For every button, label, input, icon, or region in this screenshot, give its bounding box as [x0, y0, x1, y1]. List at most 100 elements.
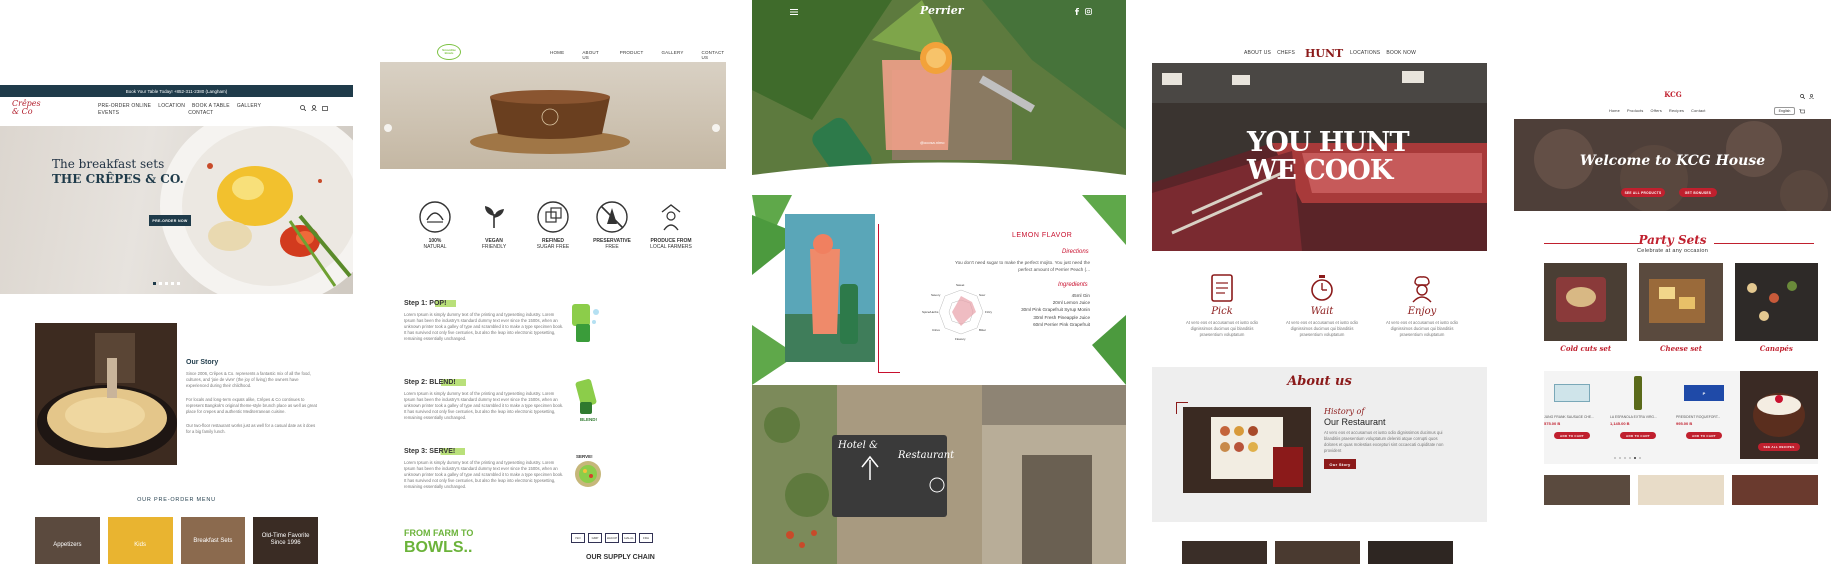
- product-thumb[interactable]: [1544, 475, 1630, 505]
- set-card-cheese[interactable]: Cheese set: [1639, 263, 1723, 353]
- nav-contact[interactable]: CONTACT US: [702, 50, 726, 60]
- our-story-button[interactable]: Our Story: [1324, 459, 1356, 469]
- menu-item-breakfast[interactable]: Breakfast Sets: [180, 517, 246, 564]
- product-card[interactable]: LA ESPANOLA EXTRA VIRG... 1,145.00 B ADD…: [1610, 375, 1666, 439]
- radar-label: Citrus: [932, 328, 940, 332]
- nav-products[interactable]: Products: [1627, 109, 1644, 113]
- product-name: JUNG FRANK SAUSAGE CHE...: [1544, 415, 1594, 419]
- history-subtitle: History of: [1324, 407, 1365, 416]
- booking-topbar[interactable]: Book Your Table Today! +852-311-2380 (La…: [0, 85, 353, 97]
- perrier-logo[interactable]: Perrier: [920, 4, 964, 17]
- facebook-icon[interactable]: [1074, 8, 1080, 15]
- add-to-cart-button[interactable]: ADD TO CART: [1554, 432, 1590, 439]
- nav-location[interactable]: LOCATION: [158, 103, 185, 109]
- slider-prev-icon[interactable]: [384, 124, 392, 132]
- nav-gallery[interactable]: GALLERY: [661, 50, 683, 60]
- sprout-icon: [485, 206, 504, 228]
- product-price: 1,145.00 B: [1610, 421, 1630, 426]
- hero-title: THE CRÊPES & CO.: [52, 172, 184, 186]
- feature-sugar-free: REFINED SUGAR FREE: [528, 200, 578, 250]
- crepes-logo[interactable]: Crêpes & Co: [12, 100, 44, 116]
- story-paragraph: For locals and long-term expats alike, C…: [186, 397, 317, 414]
- smoothie-logo[interactable]: Smoothie Bowls: [437, 44, 461, 60]
- nav-contact[interactable]: CONTACT: [188, 110, 213, 116]
- nav-recipes[interactable]: Recipes: [1669, 109, 1684, 113]
- cart-icon[interactable]: [322, 105, 328, 111]
- menu-item-label: Old-Time Favorite Since 1996: [261, 533, 310, 546]
- nav-chefs[interactable]: CHEFS: [1277, 50, 1295, 56]
- language-select[interactable]: English: [1774, 107, 1795, 115]
- search-icon[interactable]: [300, 105, 306, 111]
- flavor-title: LEMON FLAVOR: [1012, 232, 1073, 239]
- product-card[interactable]: P PRESIDENT ROQUEFORT... 995.00 B ADD TO…: [1676, 375, 1732, 439]
- slider-dot[interactable]: [159, 282, 162, 285]
- cert-badge: HACCP: [605, 533, 619, 543]
- product-thumb[interactable]: [1732, 475, 1818, 505]
- hotel-sign-text: Restaurant: [898, 450, 955, 461]
- menu-item-label: Breakfast Sets: [193, 538, 233, 544]
- nav-book-now[interactable]: BOOK NOW: [1386, 50, 1416, 56]
- nav-pre-order[interactable]: PRE-ORDER ONLINE: [98, 103, 151, 109]
- add-to-cart-button[interactable]: ADD TO CART: [1686, 432, 1722, 439]
- get-bonuses-button[interactable]: GET BONUSES: [1679, 188, 1717, 197]
- radar-label: Sweet: [956, 283, 965, 287]
- nav-product[interactable]: PRODUCT: [620, 50, 644, 60]
- product-image: P: [1676, 375, 1732, 411]
- slider-dot[interactable]: [153, 282, 156, 285]
- search-icon[interactable]: [1800, 94, 1805, 99]
- see-all-products-button[interactable]: SEE ALL PRODUCTS: [1621, 188, 1665, 197]
- slider-dot[interactable]: [177, 282, 180, 285]
- nav-about[interactable]: ABOUT US: [582, 50, 601, 60]
- photo-caption: @ocosa.nimo: [920, 140, 945, 145]
- hamburger-menu-icon[interactable]: [790, 9, 798, 15]
- menu-item-kids[interactable]: Kids: [107, 517, 173, 564]
- nav-home[interactable]: HOME: [550, 50, 564, 60]
- nav-home[interactable]: Home: [1609, 109, 1620, 113]
- product-thumb[interactable]: [1638, 475, 1724, 505]
- feature-vegan: VEGAN FRIENDLY: [469, 200, 519, 250]
- add-to-cart-button[interactable]: ADD TO CART: [1620, 432, 1656, 439]
- hero-title: Welcome to KCG House: [1579, 153, 1766, 169]
- nav-gallery[interactable]: GALLERY: [237, 103, 261, 109]
- cert-badge: FDA: [639, 533, 653, 543]
- hunt-logo[interactable]: HUNT: [1305, 47, 1343, 60]
- product-price: 995.00 B: [1676, 421, 1693, 426]
- feature-row: Pick At vero eos et accusamus et iusto o…: [1172, 273, 1472, 338]
- carousel-dot[interactable]: [1624, 457, 1626, 459]
- divider: [878, 224, 879, 372]
- pre-order-button[interactable]: PRE-ORDER NOW: [149, 215, 191, 226]
- cart-icon[interactable]: [1799, 109, 1805, 114]
- carousel-dot[interactable]: [1629, 457, 1631, 459]
- slider-dot[interactable]: [165, 282, 168, 285]
- nav-events[interactable]: EVENTS: [98, 110, 119, 116]
- nav-about[interactable]: ABOUT US: [1244, 50, 1271, 56]
- menu-item-favorite[interactable]: Old-Time Favorite Since 1996: [253, 517, 318, 564]
- feature-wait: Wait At vero eos et accusamus et iusto o…: [1282, 273, 1362, 338]
- flavor-radar: Sweet Sour Fizzy Bitter Flowery Citrus S…: [922, 280, 994, 344]
- nav-contact[interactable]: Contact: [1691, 109, 1706, 113]
- user-icon[interactable]: [311, 105, 317, 111]
- slider-dot[interactable]: [171, 282, 174, 285]
- product-card[interactable]: JUNG FRANK SAUSAGE CHE... 575.00 B ADD T…: [1544, 375, 1600, 439]
- carousel-dot[interactable]: [1619, 457, 1621, 459]
- instagram-icon[interactable]: [1085, 8, 1092, 15]
- nav-book-table[interactable]: BOOK A TABLE: [192, 103, 230, 109]
- kcg-logo[interactable]: KCG: [1663, 90, 1683, 104]
- farmer-icon: [661, 204, 681, 231]
- nav-offers[interactable]: Offers: [1651, 109, 1662, 113]
- feature-natural: 100% NATURAL: [410, 200, 460, 250]
- nav-locations[interactable]: LOCATIONS: [1350, 50, 1380, 56]
- see-all-recipes-button[interactable]: SEE ALL RECIPES: [1758, 443, 1800, 451]
- carousel-dot[interactable]: [1639, 457, 1641, 459]
- carousel-dot[interactable]: [1634, 457, 1636, 459]
- leaf-icon: [419, 201, 451, 233]
- story-paragraph: Since 2006, Crêpes & Co. represents a fa…: [186, 371, 311, 388]
- slider-next-icon[interactable]: [712, 124, 720, 132]
- set-card-cold-cuts[interactable]: Cold cuts set: [1544, 263, 1628, 353]
- user-icon[interactable]: [1809, 94, 1814, 99]
- set-label: Cheese set: [1659, 344, 1702, 353]
- menu-icon: [1211, 274, 1233, 302]
- carousel-dot[interactable]: [1614, 457, 1616, 459]
- menu-item-appetizers[interactable]: Appetizers: [35, 517, 100, 564]
- set-card-canapes[interactable]: Canapés: [1734, 263, 1818, 353]
